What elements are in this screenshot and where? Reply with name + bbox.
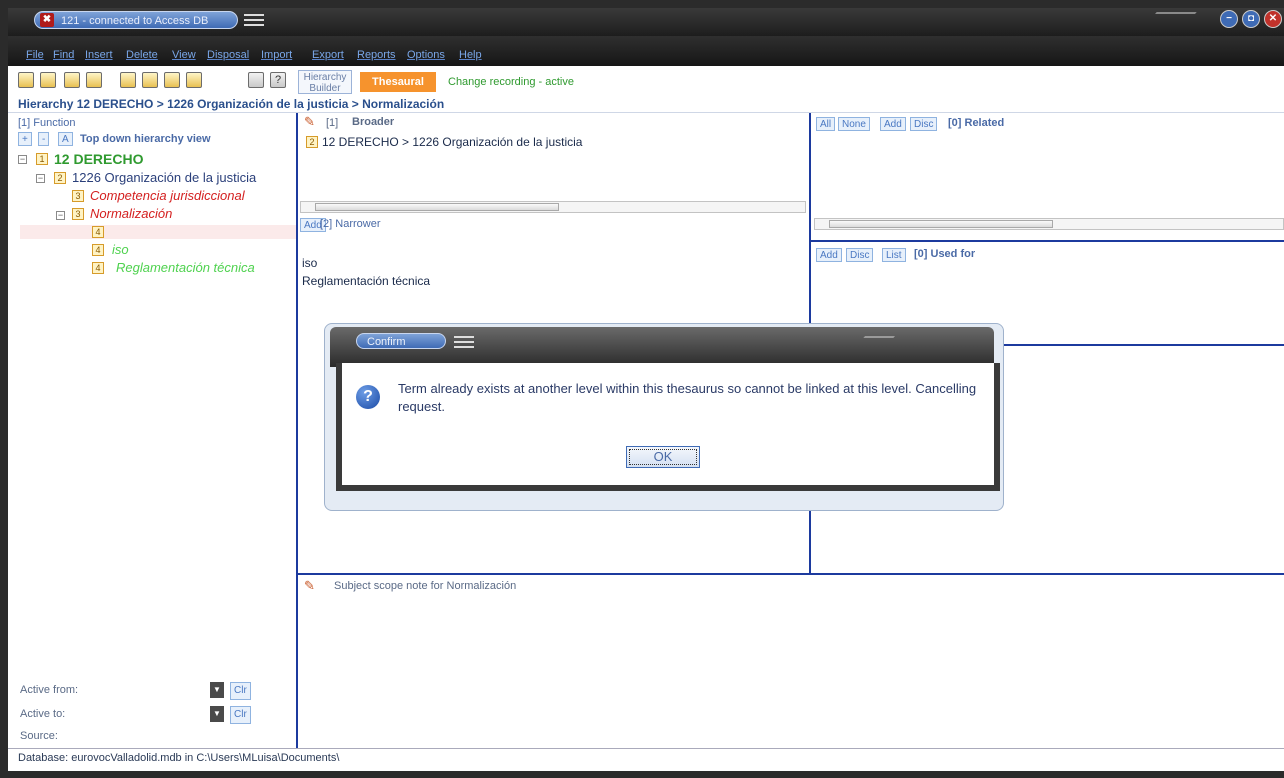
scope-note-label: Subject scope note for Normalización [334,580,517,592]
level-badge: 1 [36,153,48,165]
narrower-item[interactable]: iso [302,256,317,270]
change-recording-status: Change recording - active [448,76,574,88]
level-badge: 2 [306,136,318,148]
window-menu-icon[interactable] [244,14,264,26]
menu-export[interactable]: Export [312,49,344,61]
dialog-menu-icon[interactable] [454,336,474,348]
level-badge: 3 [72,208,84,220]
broader-item[interactable]: 12 DERECHO > 1226 Organización de la jus… [322,135,582,149]
active-to-label: Active to: [20,708,66,720]
menu-insert[interactable]: Insert [85,49,113,61]
selected-row-highlight [20,225,296,239]
related-add-button[interactable]: Add [880,117,906,131]
close-button[interactable]: ✕ [1264,10,1282,28]
related-scrollbar[interactable] [814,218,1284,230]
folder-narrower-icon[interactable] [186,72,202,88]
active-to-clear-button[interactable]: Clr [230,706,251,724]
tree-node[interactable]: iso [112,242,129,257]
help-icon[interactable]: ? [270,72,286,88]
new-related-icon[interactable] [64,72,80,88]
divider [8,112,1284,113]
menu-file[interactable]: File [26,49,44,61]
active-from-label: Active from: [20,684,79,696]
tree-node[interactable]: Reglamentación técnica [116,260,255,275]
level-badge: 2 [54,172,66,184]
active-from-clear-button[interactable]: Clr [230,682,251,700]
level-badge: 4 [92,244,104,256]
level-badge: 4 [92,226,104,238]
expand-all-button[interactable]: + [18,132,32,146]
minimize-button[interactable]: − [1220,10,1238,28]
folder-upload-icon[interactable] [142,72,158,88]
menu-disposal[interactable]: Disposal [207,49,249,61]
related-disc-button[interactable]: Disc [910,117,938,131]
ok-button[interactable]: OK [626,446,700,468]
question-icon: ? [356,385,380,409]
pin-icon[interactable]: ✎ [304,114,315,130]
new-narrower-icon[interactable] [86,72,102,88]
level-badge: 4 [92,262,104,274]
related-all-button[interactable]: All [816,117,836,131]
window-title: 121 - connected to Access DB [34,11,238,29]
active-to-dropdown[interactable]: ▼ [210,706,224,722]
menu-import[interactable]: Import [261,49,292,61]
level-badge: 3 [72,190,84,202]
dialog-message: Term already exists at another level wit… [398,381,977,414]
menu-reports[interactable]: Reports [357,49,396,61]
broader-title: Broader [352,116,395,128]
view-mode-label: Top down hierarchy view [80,133,211,145]
print-preview-icon[interactable] [248,72,264,88]
folder-icon[interactable] [120,72,136,88]
broader-scrollbar[interactable] [300,201,806,213]
menu-options[interactable]: Options [407,49,445,61]
usedfor-disc-button[interactable]: Disc [846,248,874,262]
narrower-item[interactable]: Reglamentación técnica [302,274,430,288]
usedfor-bottom-border [990,344,1284,346]
broader-count: [1] [326,117,339,129]
hierarchy-builder-button[interactable]: Hierarchy Builder [298,70,352,94]
usedfor-title: [0] Used for [914,248,976,260]
active-from-dropdown[interactable]: ▼ [210,682,224,698]
new-term-icon[interactable] [18,72,34,88]
tree-collapse-icon[interactable]: − [56,211,65,220]
function-label: [1] Function [18,117,76,129]
new-broader-icon[interactable] [40,72,56,88]
tree-node[interactable]: 12 DERECHO [54,151,143,167]
folder-broader-icon[interactable] [164,72,180,88]
database-path: Database: eurovocValladolid.mdb in C:\Us… [18,752,340,764]
tree-node-selected[interactable]: Normalización [90,206,172,221]
menu-delete[interactable]: Delete [126,49,158,61]
breadcrumb: Hierarchy 12 DERECHO > 1226 Organización… [18,97,445,111]
usedfor-list-button[interactable]: List [882,248,906,262]
related-title: [0] Related [948,117,1005,129]
scrollbar-thumb[interactable] [829,220,1053,228]
menu-bar [8,36,1284,66]
left-panel-border [296,113,298,748]
tree-collapse-icon[interactable]: − [36,174,45,183]
maximize-button[interactable]: ◘ [1242,10,1260,28]
tree-node[interactable]: 1226 Organización de la justicia [72,170,256,185]
pin-icon[interactable]: ✎ [304,578,315,594]
menu-find[interactable]: Find [53,49,74,61]
dialog-title: Confirm [356,333,446,349]
thesaural-button[interactable]: Thesaural [360,72,436,92]
tree-collapse-icon[interactable]: − [18,155,27,164]
usedfor-add-button[interactable]: Add [816,248,842,262]
menu-view[interactable]: View [172,49,196,61]
related-none-button[interactable]: None [838,117,870,131]
alpha-view-button[interactable]: A [58,132,73,146]
scope-note-border [298,573,1284,575]
source-label: Source: [20,730,58,742]
narrower-title: [2] Narrower [320,218,381,230]
scrollbar-thumb[interactable] [315,203,559,211]
related-usedfor-border [811,240,1284,242]
collapse-all-button[interactable]: - [38,132,50,146]
menu-help[interactable]: Help [459,49,482,61]
tree-node[interactable]: Competencia jurisdiccional [90,188,245,203]
app-logo-icon: ✖ [40,13,54,27]
